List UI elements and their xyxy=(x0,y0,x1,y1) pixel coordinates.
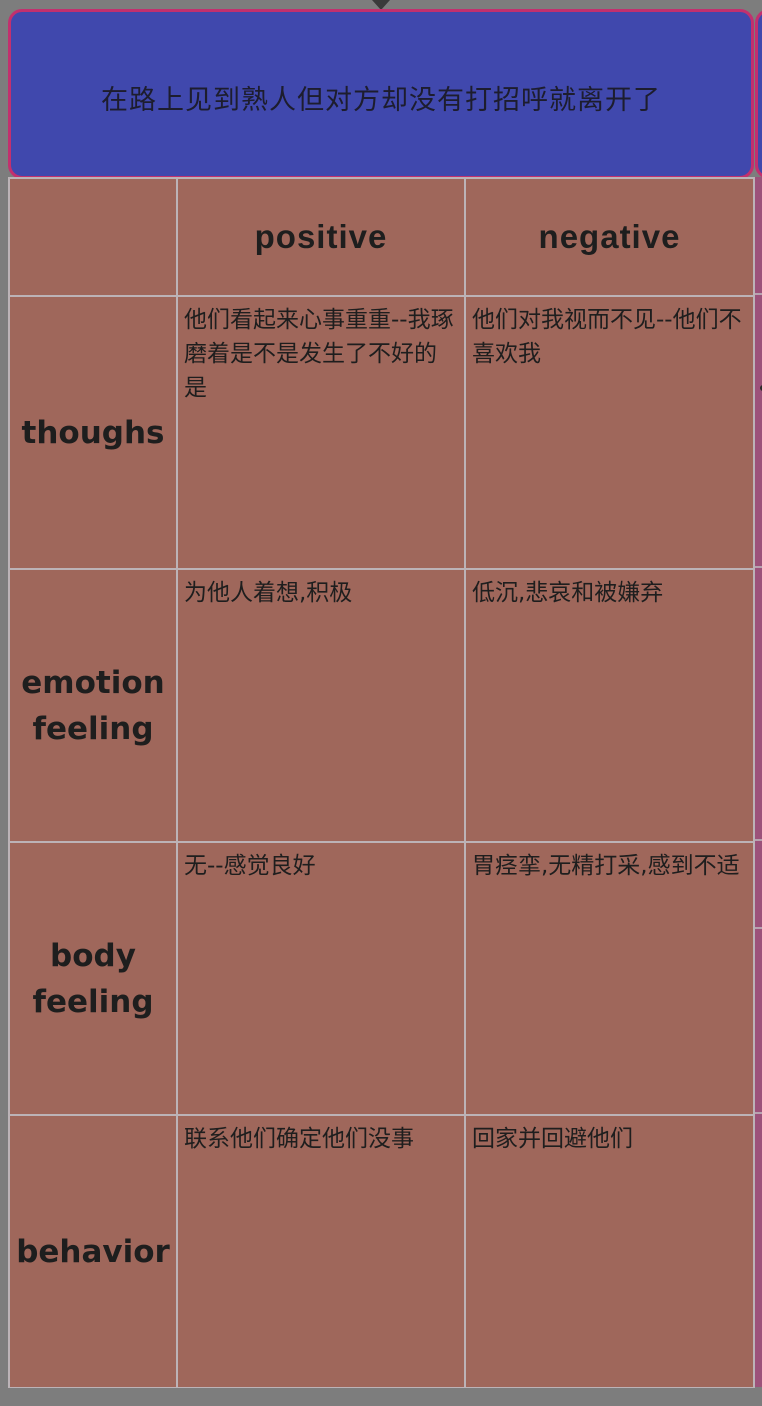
column-header-negative: negative xyxy=(464,177,755,297)
row-header-body-feeling: body feeling xyxy=(8,841,178,1116)
row-header-emotion-feeling: emotion feeling xyxy=(8,568,178,843)
row-header-thoughs: thoughs xyxy=(8,295,178,570)
cell-emotion-negative[interactable]: 低沉,悲哀和被嫌弃 xyxy=(464,568,755,843)
corner-cell xyxy=(8,177,178,297)
row-header-behavior: behavior xyxy=(8,1114,178,1389)
cell-behavior-negative[interactable]: 回家并回避他们 xyxy=(464,1114,755,1389)
scenario-card[interactable]: 在路上见到熟人但对方却没有打招呼就离开了 xyxy=(8,9,754,179)
cell-body-negative[interactable]: 胃痉挛,无精打采,感到不适 xyxy=(464,841,755,1116)
adjacent-card[interactable] xyxy=(755,9,762,179)
cell-emotion-positive[interactable]: 为他人着想,积极 xyxy=(176,568,466,843)
cell-thoughs-positive[interactable]: 他们看起来心事重重--我琢磨着是不是发生了不好的是 xyxy=(176,295,466,570)
cbt-comparison-table: positive negative thoughs 他们看起来心事重重--我琢磨… xyxy=(8,177,755,1389)
cell-body-positive[interactable]: 无--感觉良好 xyxy=(176,841,466,1116)
scenario-title: 在路上见到熟人但对方却没有打招呼就离开了 xyxy=(101,84,661,116)
cell-thoughs-negative[interactable]: 他们对我视而不见--他们不喜欢我 xyxy=(464,295,755,570)
canvas-bottom xyxy=(0,1388,762,1406)
column-header-positive: positive xyxy=(176,177,466,297)
cell-behavior-positive[interactable]: 联系他们确定他们没事 xyxy=(176,1114,466,1389)
